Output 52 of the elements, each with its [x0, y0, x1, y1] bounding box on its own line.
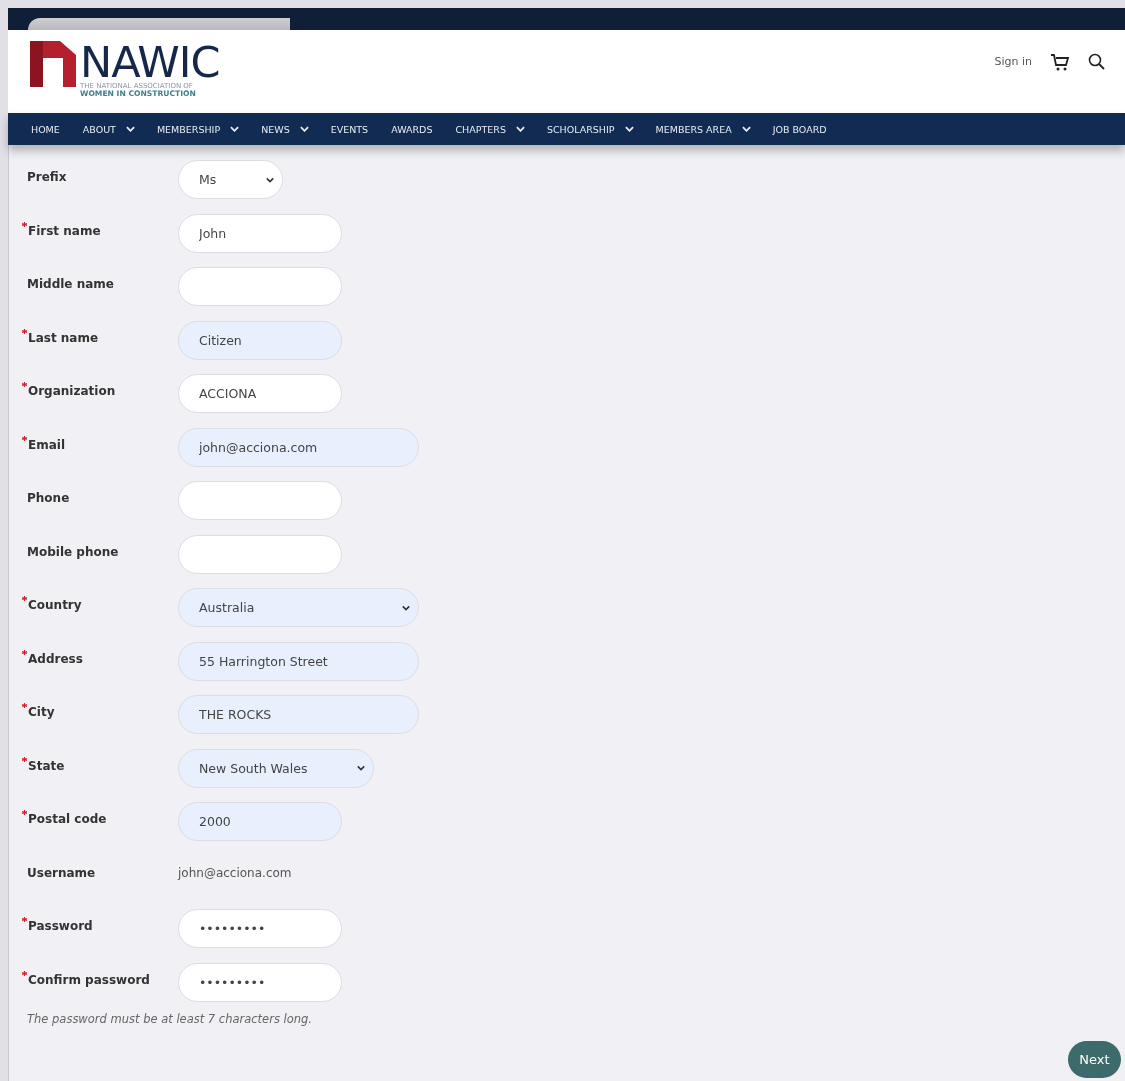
- nav-item[interactable]: CHAPTERS: [455, 113, 525, 145]
- input-field[interactable]: [178, 481, 342, 520]
- field-label: Country: [28, 598, 82, 612]
- field-label: City: [28, 705, 55, 719]
- logo-name: NAWIC: [80, 41, 220, 84]
- field-label: Password: [28, 919, 93, 933]
- field-label: Address: [28, 651, 83, 666]
- field-label: Last name: [28, 330, 99, 345]
- sign-in-link[interactable]: Sign in: [994, 55, 1032, 68]
- field-label: Email: [28, 437, 66, 452]
- field-value: john@acciona.com: [178, 865, 293, 880]
- select-field[interactable]: Australia: [178, 588, 419, 627]
- hint-text: The password must be at least 7 characters long.: [27, 1012, 314, 1026]
- input-field[interactable]: 2000: [178, 802, 342, 841]
- nav-item[interactable]: SCHOLARSHIP: [546, 113, 634, 145]
- field-label: Confirm password: [28, 972, 150, 987]
- next-button[interactable]: Next: [1068, 1041, 1121, 1078]
- nav-item[interactable]: AWARDS: [391, 113, 433, 145]
- cart-icon[interactable]: [1050, 52, 1070, 71]
- input-field[interactable]: [178, 534, 342, 574]
- nav-item[interactable]: EVENTS: [330, 113, 369, 145]
- field-label: Organization: [28, 384, 116, 398]
- field-label: Postal code: [28, 812, 107, 826]
- input-field[interactable]: john@acciona.com: [178, 427, 419, 467]
- browser-tab[interactable]: [28, 18, 290, 30]
- nav-item[interactable]: ABOUT: [82, 113, 135, 145]
- input-field[interactable]: THE ROCKS: [178, 695, 419, 734]
- field-label: Middle name: [27, 277, 114, 291]
- field-label: State: [28, 758, 65, 773]
- input-field[interactable]: •••••••••: [178, 909, 342, 948]
- search-icon[interactable]: [1088, 53, 1105, 70]
- nav-item[interactable]: MEMBERSHIP: [156, 113, 240, 145]
- caret-icon: [266, 176, 275, 183]
- caret-icon: [357, 765, 366, 771]
- select-field[interactable]: Ms: [178, 160, 284, 199]
- nav-item[interactable]: MEMBERS AREA: [655, 113, 751, 145]
- logo-icon: [30, 41, 76, 88]
- field-label: Username: [27, 865, 96, 880]
- nav-item[interactable]: JOB BOARD: [772, 113, 827, 145]
- nav-item[interactable]: HOME: [31, 113, 60, 145]
- select-field[interactable]: New South Wales: [178, 748, 375, 788]
- field-label: Prefix: [27, 170, 67, 184]
- field-label: Phone: [27, 491, 70, 505]
- field-label: Mobile phone: [27, 544, 119, 559]
- input-field[interactable]: •••••••••: [178, 962, 342, 1002]
- field-label: First name: [28, 223, 101, 238]
- nav-item[interactable]: NEWS: [261, 113, 309, 145]
- input-field[interactable]: [178, 267, 342, 306]
- input-field[interactable]: 55 Harrington Street: [178, 641, 419, 681]
- input-field[interactable]: John: [178, 213, 342, 253]
- input-field[interactable]: ACCIONA: [178, 374, 342, 413]
- input-field[interactable]: Citizen: [178, 320, 342, 360]
